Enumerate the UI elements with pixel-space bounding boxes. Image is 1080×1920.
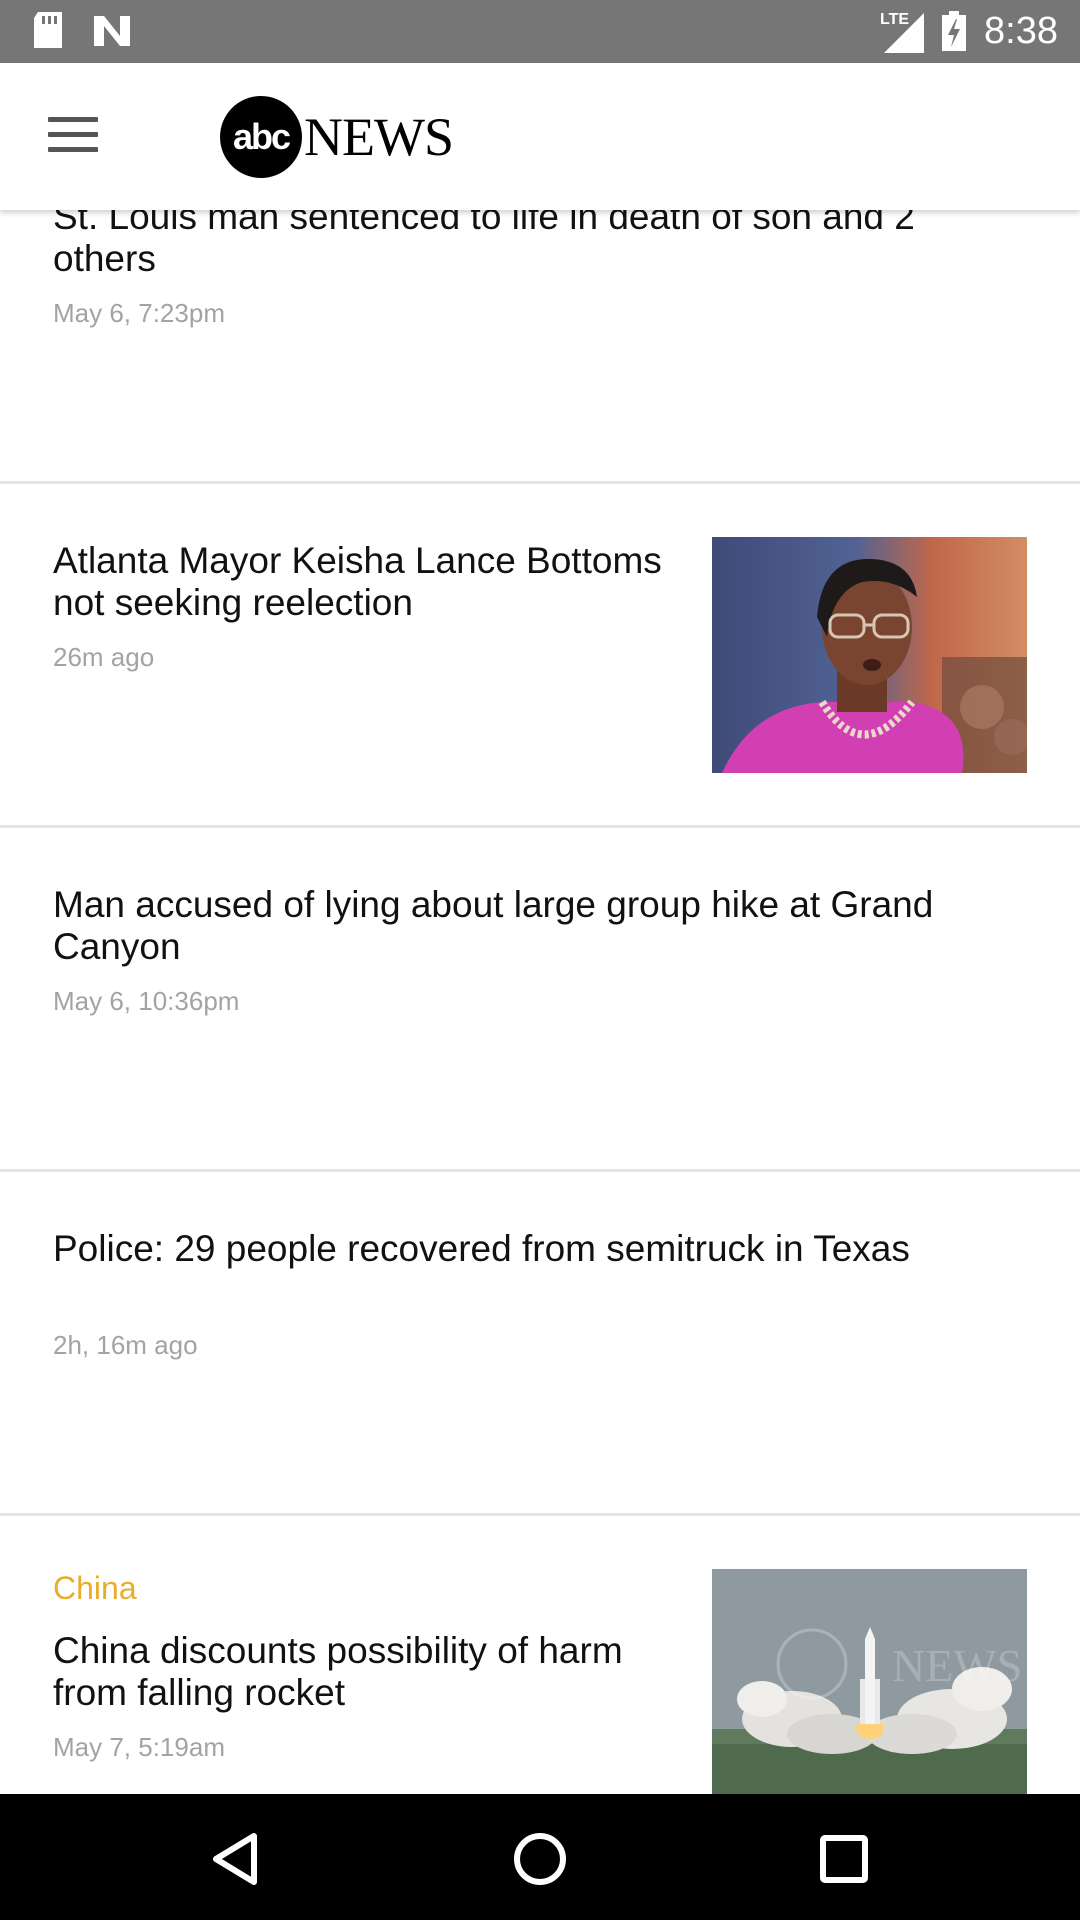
abc-news-logo[interactable]: abc NEWS (220, 95, 454, 179)
recents-square-icon (820, 1835, 868, 1883)
status-bar: LTE 8:38 (0, 0, 1080, 63)
app-bar: abc NEWS (0, 63, 1080, 210)
article-headline[interactable]: Police: 29 people recovered from semitru… (53, 1228, 1013, 1270)
home-button[interactable] (505, 1824, 575, 1894)
article-thumbnail[interactable]: NEWS (712, 1569, 1027, 1794)
article-item[interactable]: China China discounts possibility of har… (0, 1516, 1080, 1794)
image-watermark: NEWS (892, 1640, 1022, 1691)
article-time: 26m ago (53, 642, 155, 672)
rocket-launch-photo: NEWS (712, 1569, 1027, 1794)
battery-charging-icon (942, 11, 967, 51)
n-notification-icon (94, 16, 130, 46)
keisha-lance-bottoms-photo (712, 537, 1027, 773)
status-time: 8:38 (984, 10, 1058, 52)
article-headline[interactable]: Atlanta Mayor Keisha Lance Bottoms not s… (53, 540, 673, 624)
logo-news: NEWS (304, 107, 454, 167)
article-headline[interactable]: Man accused of lying about large group h… (53, 884, 1013, 968)
article-item[interactable]: Atlanta Mayor Keisha Lance Bottoms not s… (0, 484, 1080, 828)
article-time: 2h, 16m ago (53, 1330, 198, 1360)
recents-button[interactable] (809, 1824, 879, 1894)
article-headline[interactable]: China discounts possibility of harm from… (53, 1630, 673, 1714)
navigation-bar (0, 1794, 1080, 1920)
article-time: May 6, 10:36pm (53, 986, 240, 1016)
logo-abc: abc (220, 96, 302, 178)
article-item[interactable]: Man accused of lying about large group h… (0, 828, 1080, 1172)
back-triangle-icon (213, 1833, 257, 1885)
menu-icon[interactable] (48, 117, 98, 157)
sd-card-icon (34, 12, 62, 48)
article-time: May 7, 5:19am (53, 1732, 225, 1762)
article-category-tag[interactable]: China (53, 1570, 137, 1607)
news-feed[interactable]: St. Louis man sentenced to life in death… (0, 0, 1080, 1794)
lte-signal-icon: LTE (880, 9, 925, 53)
article-thumbnail[interactable] (712, 537, 1027, 773)
back-button[interactable] (202, 1824, 272, 1894)
home-circle-icon (514, 1833, 566, 1885)
article-time: May 6, 7:23pm (53, 298, 225, 328)
article-item[interactable]: Police: 29 people recovered from semitru… (0, 1172, 1080, 1516)
